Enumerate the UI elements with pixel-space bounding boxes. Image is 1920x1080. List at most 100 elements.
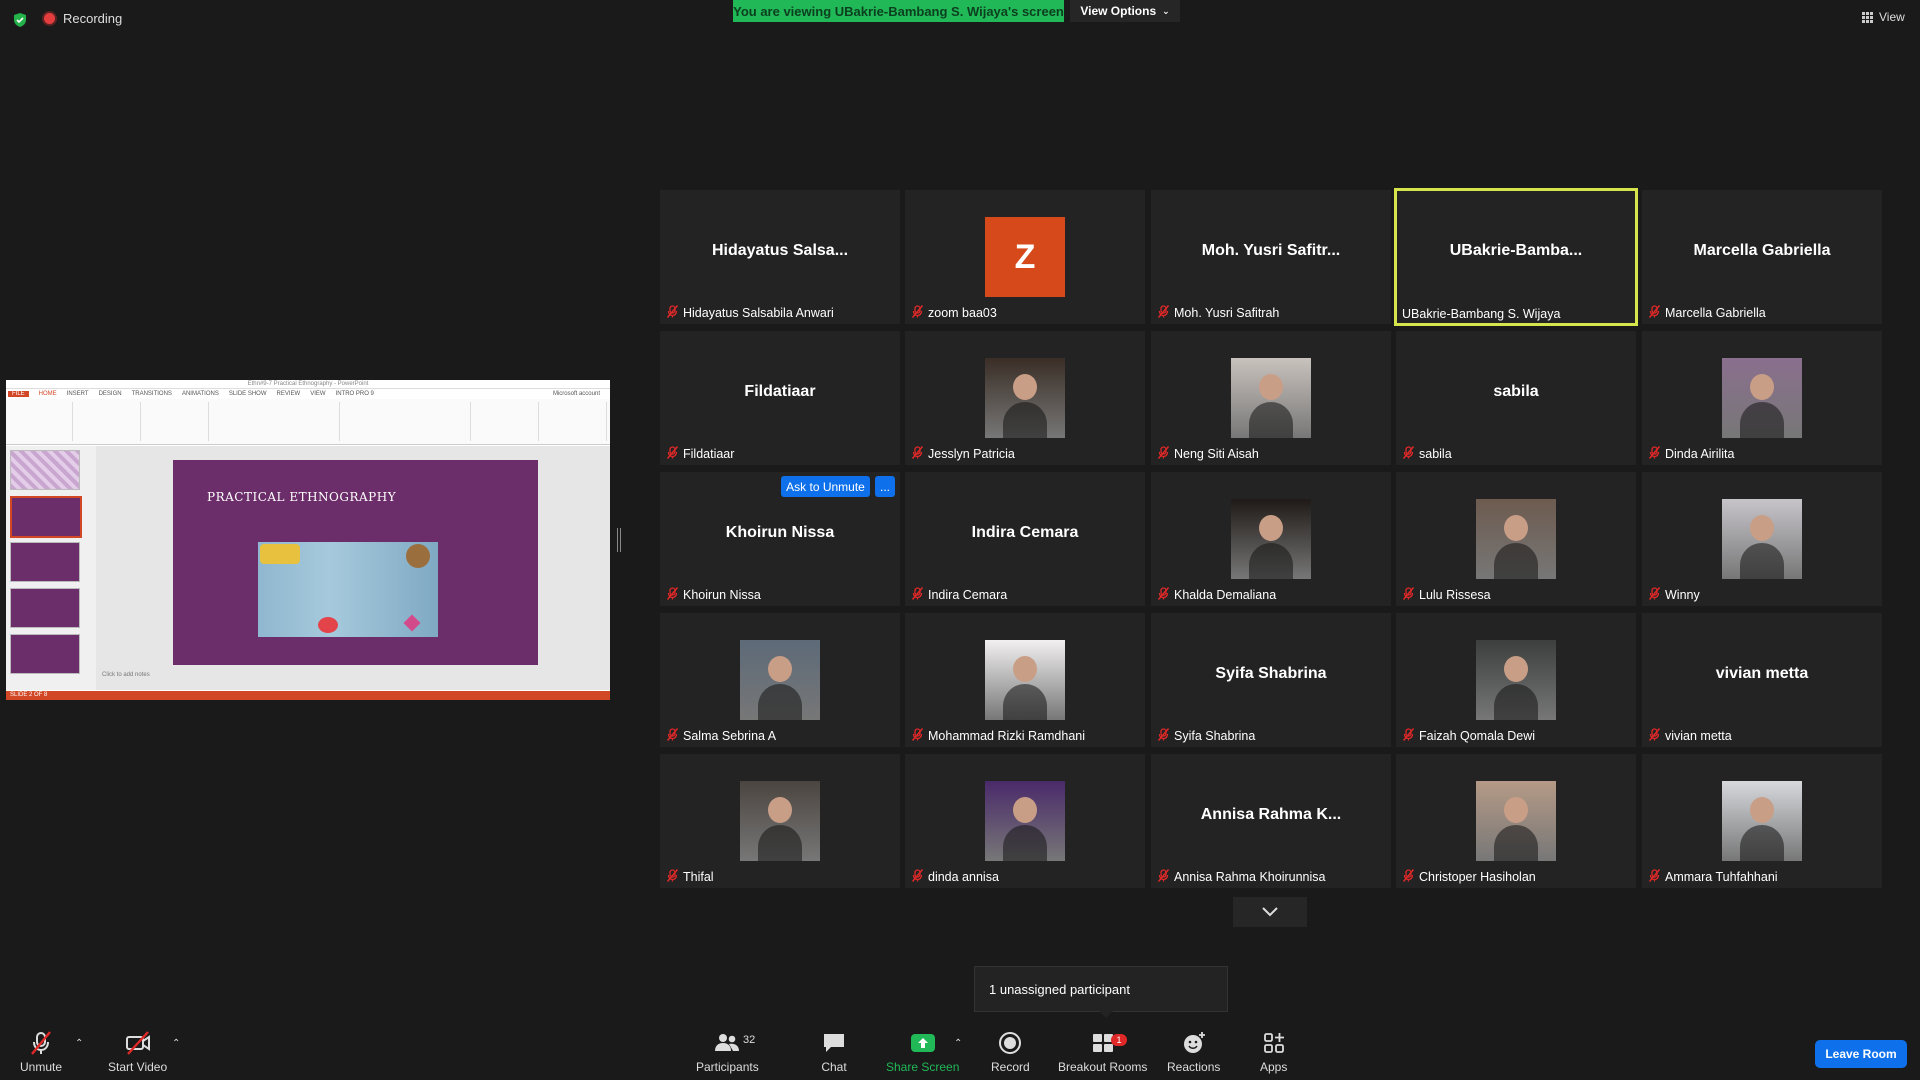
audio-options-caret-icon[interactable]: ⌃ xyxy=(75,1038,83,1049)
participant-display-name: Hidayatus Salsa... xyxy=(711,242,849,259)
participant-tile[interactable]: Indira Cemara Indira Cemara xyxy=(905,472,1145,606)
ask-to-unmute-button[interactable]: Ask to Unmute xyxy=(781,476,870,497)
participant-tile[interactable]: dinda annisa xyxy=(905,754,1145,888)
participant-name: Dinda Airilita xyxy=(1665,447,1735,461)
participant-tile[interactable]: Moh. Yusri Safitr... Moh. Yusri Safitrah xyxy=(1151,190,1391,324)
participant-name: Khoirun Nissa xyxy=(683,588,761,602)
mic-muted-icon xyxy=(666,305,679,321)
apps-button[interactable]: Apps xyxy=(1260,1030,1287,1074)
unassigned-tooltip: 1 unassigned participant xyxy=(974,966,1228,1018)
participant-tile[interactable]: Neng Siti Aisah xyxy=(1151,331,1391,465)
participant-tile[interactable]: Faizah Qomala Dewi xyxy=(1396,613,1636,747)
participant-tile[interactable]: Mohammad Rizki Ramdhani xyxy=(905,613,1145,747)
participant-tile[interactable]: Salma Sebrina A xyxy=(660,613,900,747)
ppt-editor: PRACTICAL ETHNOGRAPHY Click to add notes xyxy=(6,446,610,690)
participant-name: dinda annisa xyxy=(928,870,999,884)
ppt-tab: SLIDE SHOW xyxy=(228,391,267,397)
participant-name: zoom baa03 xyxy=(928,306,997,320)
view-button[interactable]: View xyxy=(1862,10,1905,24)
participant-tile[interactable]: Dinda Airilita xyxy=(1642,331,1882,465)
participant-tile[interactable]: vivian metta vivian metta xyxy=(1642,613,1882,747)
participant-name-label: Dinda Airilita xyxy=(1648,446,1734,462)
participants-icon xyxy=(715,1034,740,1051)
participant-tile[interactable]: Winny xyxy=(1642,472,1882,606)
start-video-button[interactable]: Start Video xyxy=(108,1030,167,1074)
reactions-label: Reactions xyxy=(1167,1060,1221,1074)
participant-name: vivian metta xyxy=(1665,729,1732,743)
participant-tile[interactable]: UBakrie-Bamba... UBakrie-Bambang S. Wijay… xyxy=(1394,188,1638,326)
participant-tile[interactable]: Jesslyn Patricia xyxy=(905,331,1145,465)
participant-name-label: Khalda Demaliana xyxy=(1157,587,1276,603)
next-page-button[interactable] xyxy=(1233,897,1307,927)
participant-photo xyxy=(1476,640,1556,720)
participant-name: Mohammad Rizki Ramdhani xyxy=(928,729,1086,743)
leave-room-button[interactable]: Leave Room xyxy=(1815,1040,1907,1068)
video-options-caret-icon[interactable]: ⌃ xyxy=(172,1038,180,1049)
participant-name: Syifa Shabrina xyxy=(1174,729,1256,743)
participant-name: Neng Siti Aisah xyxy=(1174,447,1259,461)
mic-muted-icon xyxy=(1157,446,1170,462)
chevron-down-icon: ⌄ xyxy=(1162,5,1170,16)
participant-tile[interactable]: sabila sabila xyxy=(1396,331,1636,465)
ppt-account: Microsoft account xyxy=(552,391,600,397)
participant-tile[interactable]: Annisa Rahma K... Annisa Rahma Khoirunnis… xyxy=(1151,754,1391,888)
security-shield-icon[interactable] xyxy=(12,12,28,28)
participant-tile[interactable]: Hidayatus Salsa... Hidayatus Salsabila An… xyxy=(660,190,900,324)
mic-muted-icon xyxy=(911,446,924,462)
ppt-tab: HOME xyxy=(38,391,57,397)
unmute-button[interactable]: Unmute xyxy=(20,1030,62,1074)
reactions-button[interactable]: Reactions xyxy=(1167,1030,1220,1074)
ppt-tab: ANIMATIONS xyxy=(181,391,219,397)
participant-name-label: Hidayatus Salsabila Anwari xyxy=(666,305,834,321)
participant-photo xyxy=(985,640,1065,720)
participant-name-label: UBakrie-Bambang S. Wijaya xyxy=(1402,307,1560,321)
ppt-tab: REVIEW xyxy=(276,391,301,397)
record-icon xyxy=(999,1032,1022,1054)
participant-photo xyxy=(985,781,1065,861)
participant-tile[interactable]: Syifa Shabrina Syifa Shabrina xyxy=(1151,613,1391,747)
participant-name: Annisa Rahma Khoirunnisa xyxy=(1174,870,1326,884)
participant-tile[interactable]: Ammara Tuhfahhani xyxy=(1642,754,1882,888)
mic-muted-icon xyxy=(1157,728,1170,744)
shared-screen[interactable]: Ethn#9-7 Practical Ethnography - PowerPo… xyxy=(6,380,610,700)
participant-tile[interactable]: Thifal xyxy=(660,754,900,888)
mic-muted-icon xyxy=(1648,305,1661,321)
participant-tile[interactable]: Christoper Hasiholan xyxy=(1396,754,1636,888)
participant-name-label: Lulu Rissesa xyxy=(1402,587,1491,603)
participant-photo xyxy=(1722,499,1802,579)
chat-button[interactable]: Chat xyxy=(821,1030,847,1074)
more-options-button[interactable]: ... xyxy=(875,476,895,497)
participant-name-label: zoom baa03 xyxy=(911,305,997,321)
participant-name: sabila xyxy=(1419,447,1452,461)
participant-tile[interactable]: Marcella Gabriella Marcella Gabriella xyxy=(1642,190,1882,324)
apps-label: Apps xyxy=(1260,1060,1288,1074)
mic-muted-icon xyxy=(666,728,679,744)
ppt-ribbon-tabs: FILE HOME INSERT DESIGN TRANSITIONS ANIM… xyxy=(6,389,610,399)
participant-tile[interactable]: Zzoom baa03 xyxy=(905,190,1145,324)
participant-tile[interactable]: Lulu Rissesa xyxy=(1396,472,1636,606)
split-resize-handle[interactable] xyxy=(617,528,621,552)
slide-title: PRACTICAL ETHNOGRAPHY xyxy=(207,490,397,504)
share-screen-button[interactable]: Share Screen xyxy=(886,1030,959,1074)
unmute-label: Unmute xyxy=(20,1060,63,1074)
share-options-caret-icon[interactable]: ⌃ xyxy=(954,1038,962,1049)
mic-muted-icon xyxy=(1157,305,1170,321)
participant-tile[interactable]: Fildatiaar Fildatiaar xyxy=(660,331,900,465)
view-options-button[interactable]: View Options ⌄ xyxy=(1070,0,1180,22)
mic-muted-icon xyxy=(1402,869,1415,885)
participant-tile[interactable]: Khalda Demaliana xyxy=(1151,472,1391,606)
participant-name-label: Syifa Shabrina xyxy=(1157,728,1255,744)
mic-muted-icon xyxy=(666,869,679,885)
participant-name-label: Winny xyxy=(1648,587,1700,603)
participant-photo xyxy=(1231,358,1311,438)
recording-indicator[interactable]: Recording xyxy=(44,11,122,26)
participant-name: UBakrie-Bambang S. Wijaya xyxy=(1402,307,1561,321)
participant-name-label: Mohammad Rizki Ramdhani xyxy=(911,728,1085,744)
record-button[interactable]: Record xyxy=(991,1030,1030,1074)
participant-name: Salma Sebrina A xyxy=(683,729,777,743)
participant-name-label: vivian metta xyxy=(1648,728,1732,744)
participant-avatar: Z xyxy=(985,217,1065,297)
participant-display-name: Khoirun Nissa xyxy=(725,524,835,541)
breakout-rooms-button[interactable]: Breakout Rooms xyxy=(1058,1030,1147,1074)
participant-display-name: Moh. Yusri Safitr... xyxy=(1201,242,1341,259)
